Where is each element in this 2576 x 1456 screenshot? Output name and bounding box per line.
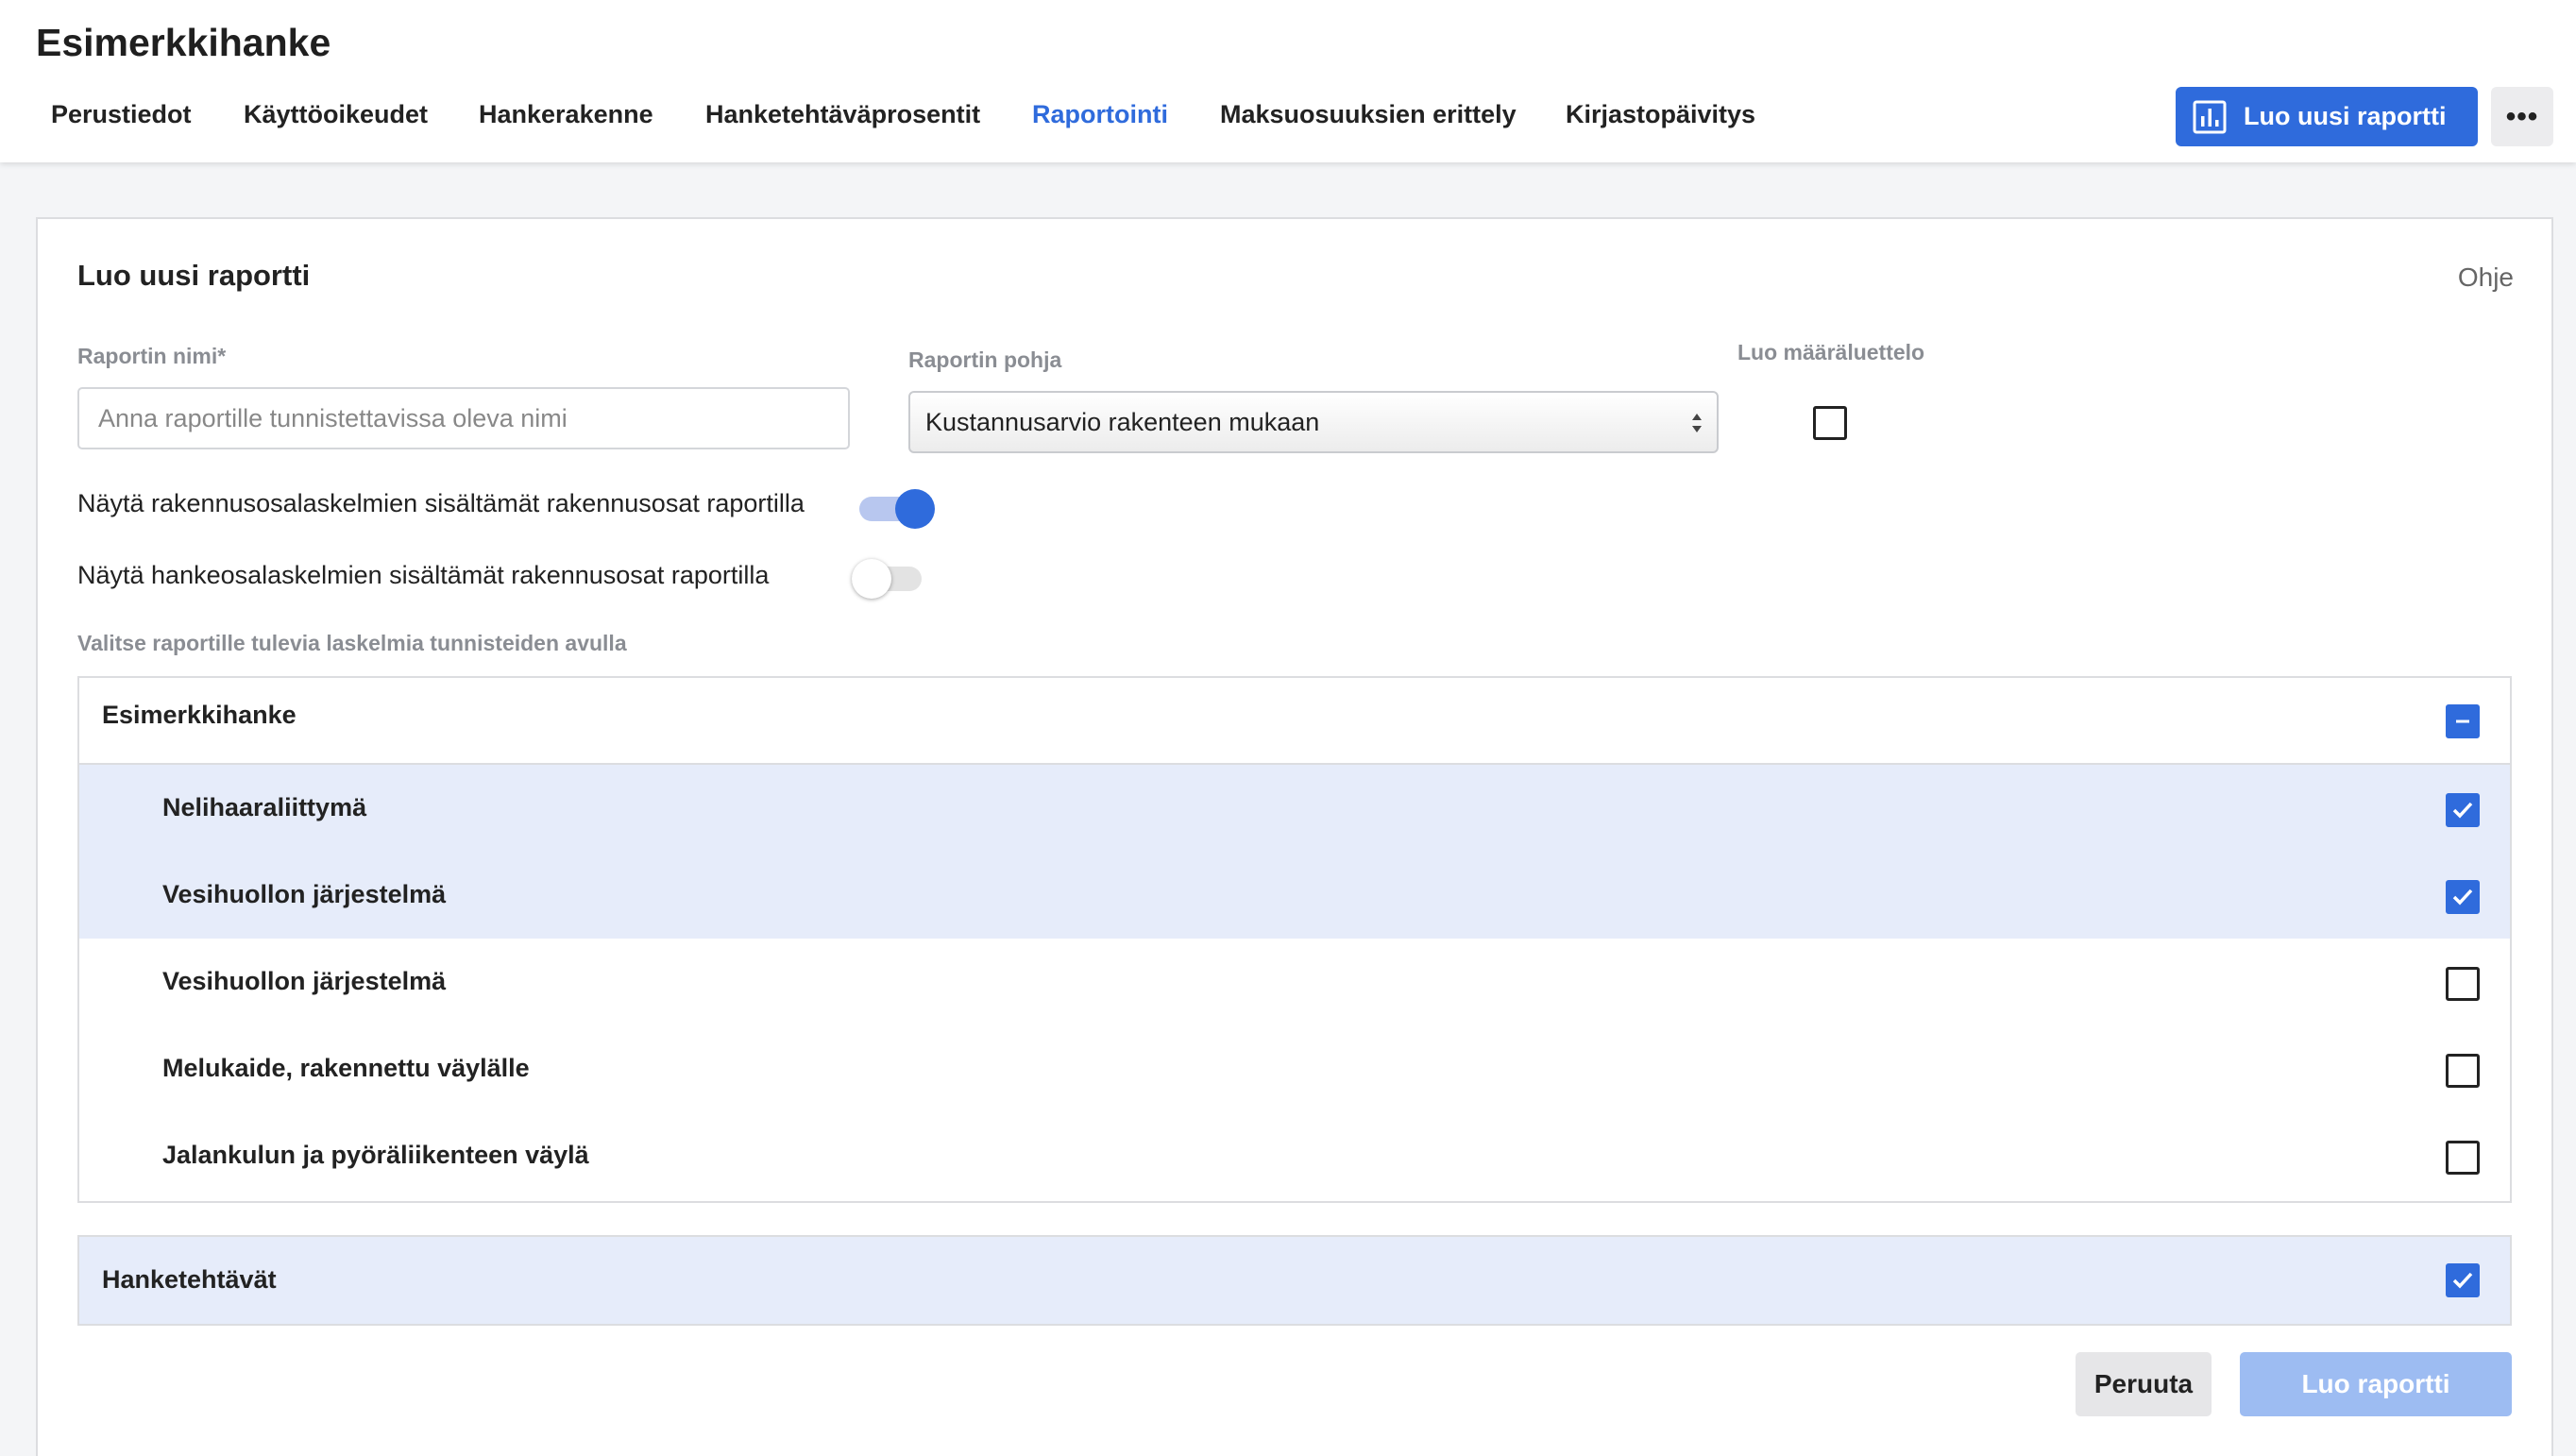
- card-title: Luo uusi raportti: [77, 259, 311, 292]
- cancel-button[interactable]: Peruuta: [2076, 1352, 2212, 1416]
- toggle-project-parts-label: Näytä hankeosalaskelmien sisältämät rake…: [77, 561, 770, 589]
- check-icon: [2452, 802, 2473, 819]
- tree-item-row[interactable]: Nelihaaraliittymä: [79, 765, 2510, 852]
- tree-item-checkbox[interactable]: [2446, 967, 2480, 1001]
- project-tasks-label: Hanketehtävät: [102, 1265, 277, 1294]
- report-template-value: Kustannusarvio rakenteen mukaan: [925, 407, 1320, 436]
- create-report-card: Luo uusi raportti Ohje Raportin nimi* Ra…: [36, 217, 2553, 1456]
- tree-item-row[interactable]: Melukaide, rakennettu väylälle: [79, 1025, 2510, 1112]
- selection-hint: Valitse raportille tulevia laskelmia tun…: [77, 631, 627, 655]
- tab-perustiedot[interactable]: Perustiedot: [51, 100, 192, 129]
- report-name-input[interactable]: [77, 387, 850, 449]
- toggle-building-parts[interactable]: [859, 487, 935, 529]
- tab-maksuosuuksien-erittely[interactable]: Maksuosuuksien erittely: [1220, 100, 1517, 129]
- tree-item-row[interactable]: Jalankulun ja pyöräliikenteen väylä: [79, 1112, 2510, 1199]
- tab-kirjastopaivitys[interactable]: Kirjastopäivitys: [1566, 100, 1755, 129]
- report-name-label: Raportin nimi*: [77, 344, 227, 368]
- check-icon: [2452, 889, 2473, 906]
- quantity-list-label: Luo määräluettelo: [1737, 340, 1925, 364]
- help-link[interactable]: Ohje: [2458, 262, 2514, 293]
- tree-root-row[interactable]: Esimerkkihanke: [79, 678, 2510, 765]
- more-options-button[interactable]: •••: [2491, 87, 2553, 146]
- tree-item-row[interactable]: Vesihuollon järjestelmä: [79, 939, 2510, 1025]
- new-report-button[interactable]: Luo uusi raportti: [2176, 87, 2478, 146]
- toggle-building-parts-label: Näytä rakennusosalaskelmien sisältämät r…: [77, 489, 805, 517]
- tree-item-checkbox[interactable]: [2446, 1141, 2480, 1175]
- tree-root-label: Esimerkkihanke: [102, 701, 297, 729]
- tree-item-checkbox[interactable]: [2446, 793, 2480, 827]
- tree-item-row[interactable]: Vesihuollon järjestelmä: [79, 852, 2510, 939]
- tree-item-label: Vesihuollon järjestelmä: [162, 880, 447, 908]
- tab-kayttooikeudet[interactable]: Käyttöoikeudet: [244, 100, 428, 129]
- report-template-select[interactable]: Kustannusarvio rakenteen mukaan: [908, 391, 1719, 453]
- toggle-project-parts[interactable]: [852, 557, 927, 599]
- toggle-knob: [852, 559, 891, 599]
- report-template-label: Raportin pohja: [908, 347, 1062, 372]
- tab-hanketehtavaprosentit[interactable]: Hanketehtäväprosentit: [705, 100, 980, 129]
- tree-item-label: Melukaide, rakennettu väylälle: [162, 1054, 530, 1082]
- new-report-button-label: Luo uusi raportti: [2244, 102, 2447, 130]
- bar-chart-icon: [2193, 100, 2227, 133]
- tab-raportointi[interactable]: Raportointi: [1032, 100, 1168, 129]
- project-tasks-checkbox[interactable]: [2446, 1263, 2480, 1297]
- calculation-tree: Esimerkkihanke Nelihaaraliittymä Vesihuo…: [77, 676, 2512, 1203]
- quantity-list-checkbox[interactable]: [1813, 406, 1847, 440]
- tree-item-checkbox[interactable]: [2446, 1054, 2480, 1088]
- tree-item-label: Vesihuollon järjestelmä: [162, 967, 447, 995]
- tree-item-checkbox[interactable]: [2446, 880, 2480, 914]
- select-arrows-icon: [1692, 414, 1702, 432]
- tree-item-label: Jalankulun ja pyöräliikenteen väylä: [162, 1141, 589, 1169]
- project-title: Esimerkkihanke: [36, 21, 331, 64]
- tab-hankerakenne[interactable]: Hankerakenne: [479, 100, 653, 129]
- create-report-button[interactable]: Luo raportti: [2240, 1352, 2512, 1416]
- check-icon: [2452, 1272, 2473, 1289]
- minus-icon: [2456, 720, 2469, 723]
- top-header: Esimerkkihanke Perustiedot Käyttöoikeude…: [0, 0, 2576, 162]
- tree-item-label: Nelihaaraliittymä: [162, 793, 367, 821]
- project-tasks-group[interactable]: Hanketehtävät: [77, 1235, 2512, 1326]
- tree-root-checkbox[interactable]: [2446, 704, 2480, 738]
- toggle-knob: [895, 489, 935, 529]
